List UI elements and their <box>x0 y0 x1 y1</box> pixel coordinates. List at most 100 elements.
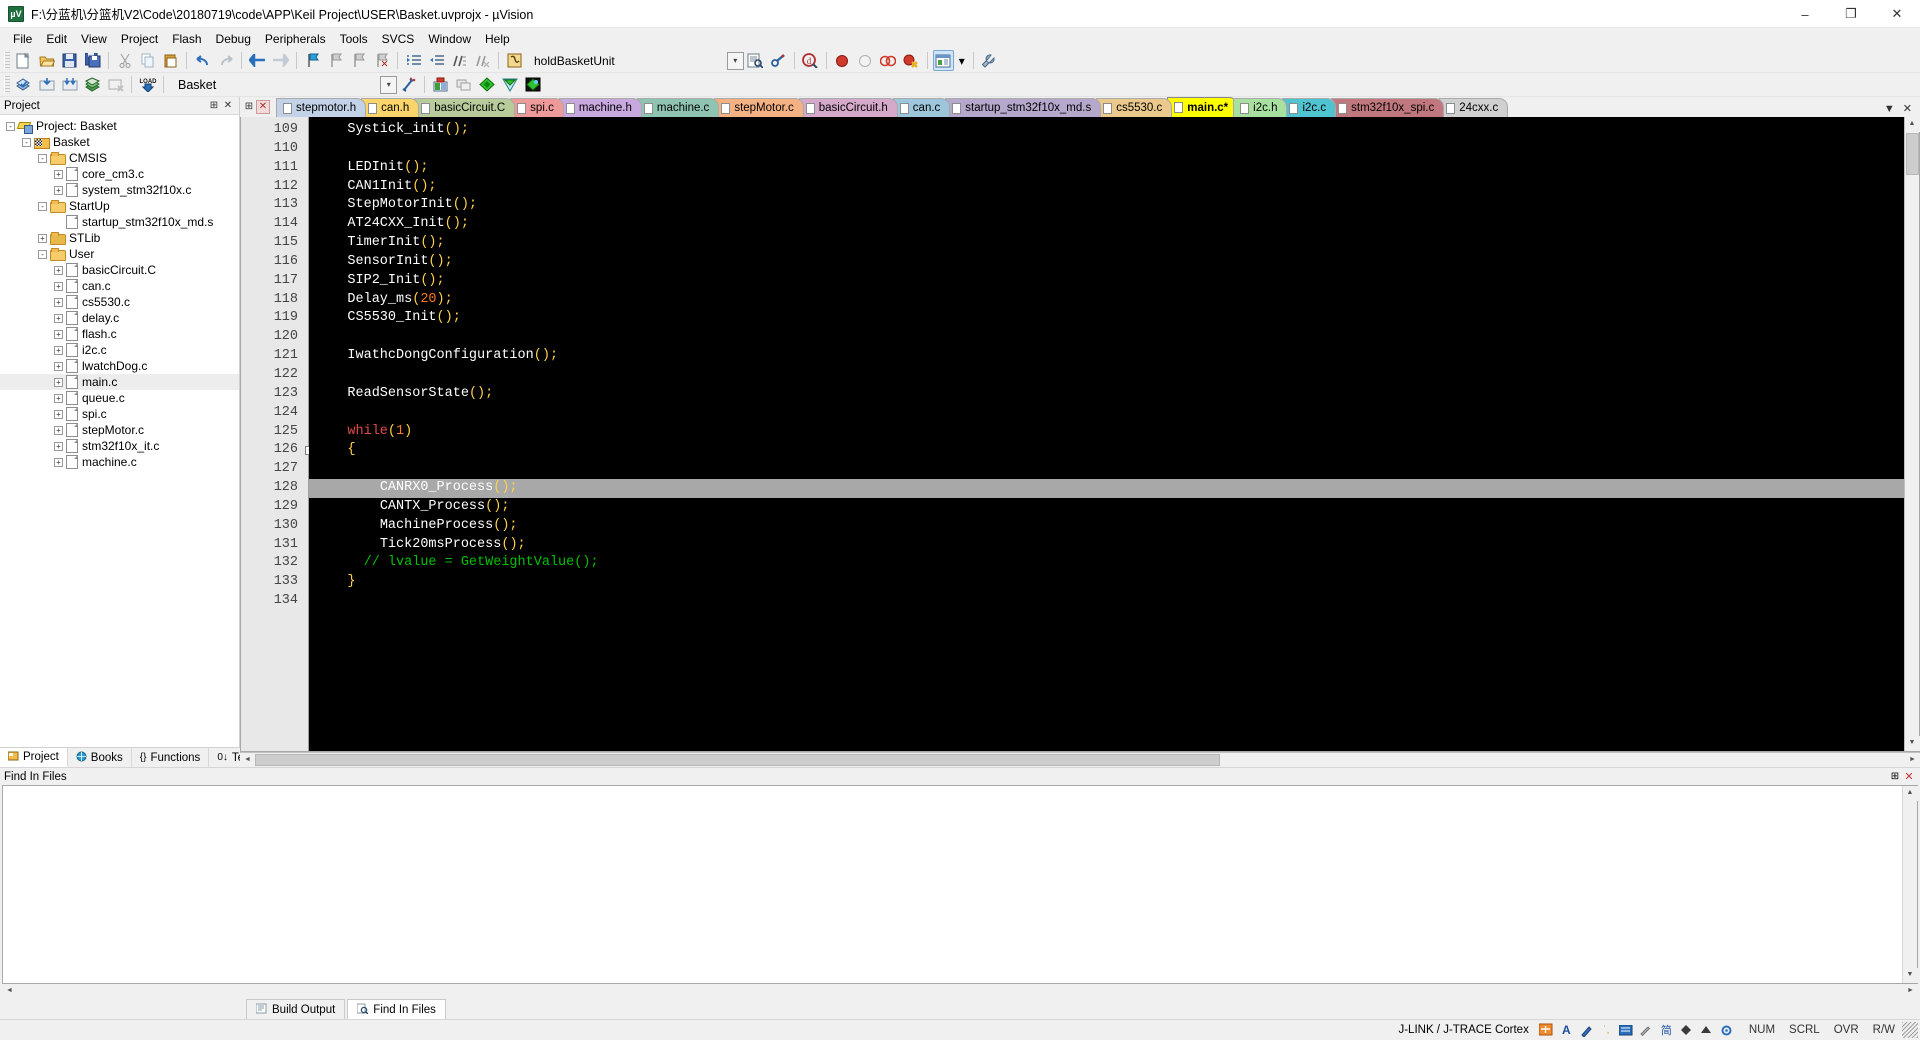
code-line[interactable]: CAN1Init(); <box>309 178 1904 197</box>
menu-tools[interactable]: Tools <box>333 30 375 48</box>
vertical-scroll-thumb[interactable] <box>1906 133 1919 175</box>
menu-file[interactable]: File <box>6 30 39 48</box>
breakpoint-disable-icon[interactable] <box>855 50 876 71</box>
code-line[interactable]: CS5530_Init(); <box>309 309 1904 328</box>
expand-icon[interactable]: + <box>54 409 63 419</box>
editor-tab[interactable]: startup_stm32f10x_md.s <box>945 98 1102 117</box>
editor-tab[interactable]: can.c <box>892 98 951 117</box>
stop-build-icon[interactable] <box>105 74 126 95</box>
tree-item[interactable]: - Project: Basket <box>0 118 239 134</box>
tree-item[interactable]: + lwatchDog.c <box>0 358 239 374</box>
code-line[interactable]: SIP2_Init(); <box>309 272 1904 291</box>
expand-icon[interactable]: + <box>54 297 63 307</box>
code-line[interactable]: } <box>309 573 1904 592</box>
breakpoint-clear-icon[interactable] <box>878 50 899 71</box>
code-line[interactable]: TimerInit(); <box>309 234 1904 253</box>
expand-icon[interactable]: + <box>54 425 63 435</box>
code-line[interactable] <box>309 140 1904 159</box>
pack-manage-icon[interactable] <box>522 74 543 95</box>
ime-settings-icon[interactable] <box>1719 1023 1734 1038</box>
code-line[interactable]: ReadSensorState(); <box>309 385 1904 404</box>
tree-item[interactable]: + spi.c <box>0 406 239 422</box>
comment-icon[interactable] <box>449 50 470 71</box>
redo-icon[interactable] <box>215 50 236 71</box>
menu-flash[interactable]: Flash <box>165 30 208 48</box>
tree-item[interactable]: + core_cm3.c <box>0 166 239 182</box>
code-line[interactable]: StepMotorInit(); <box>309 196 1904 215</box>
code-line[interactable]: MachineProcess(); <box>309 517 1904 536</box>
tree-item[interactable]: + STLib <box>0 230 239 246</box>
configure-icon[interactable] <box>768 50 789 71</box>
close-tab-icon[interactable]: ✕ <box>256 100 270 114</box>
code-line[interactable]: Tick20msProcess(); <box>309 536 1904 555</box>
horizontal-scroll-thumb[interactable] <box>255 754 1220 766</box>
rebuild-icon[interactable] <box>59 74 80 95</box>
editor-tab[interactable]: stm32f10x_spi.c <box>1331 98 1445 117</box>
menu-peripherals[interactable]: Peripherals <box>258 30 333 48</box>
tab-books[interactable]: Books <box>67 748 132 767</box>
pin-icon[interactable]: ⊞ <box>207 99 221 113</box>
editor-tab[interactable]: i2c.h <box>1233 98 1288 117</box>
menu-debug[interactable]: Debug <box>209 30 258 48</box>
tree-item[interactable]: + machine.c <box>0 454 239 470</box>
undo-icon[interactable] <box>192 50 213 71</box>
tree-item[interactable]: - CMSIS <box>0 150 239 166</box>
code-line[interactable]: IwathcDongConfiguration(); <box>309 347 1904 366</box>
find-in-files-results[interactable]: ▲ ▼ <box>2 785 1918 984</box>
find-pane-horizontal-scrollbar[interactable]: ◄ ► <box>2 984 1918 999</box>
function-browse-icon[interactable] <box>504 50 525 71</box>
editor-horizontal-scrollbar[interactable]: ◄ ► <box>240 752 1920 768</box>
find-pane-vertical-scrollbar[interactable]: ▲ ▼ <box>1902 786 1918 983</box>
code-line[interactable]: { <box>309 441 1904 460</box>
pack-installer-icon[interactable] <box>499 74 520 95</box>
editor-tab[interactable]: main.c* <box>1167 97 1239 117</box>
editor-tab[interactable]: spi.c <box>510 98 564 117</box>
close-icon[interactable]: ✕ <box>221 99 235 113</box>
tab-build-output[interactable]: Build Output <box>246 999 346 1019</box>
menu-window[interactable]: Window <box>421 30 478 48</box>
ime-icon[interactable] <box>1539 1023 1554 1038</box>
configure-target-icon[interactable] <box>979 50 1000 71</box>
expand-icon[interactable]: + <box>54 393 63 403</box>
scroll-down-arrow[interactable]: ▼ <box>1902 968 1918 983</box>
collapse-icon[interactable]: - <box>38 201 47 211</box>
component-icon[interactable] <box>476 74 497 95</box>
open-file-icon[interactable] <box>36 50 57 71</box>
editor-vertical-scrollbar[interactable]: ▲ ▼ <box>1904 117 1920 751</box>
new-file-icon[interactable] <box>13 50 34 71</box>
tree-item[interactable]: startup_stm32f10x_md.s <box>0 214 239 230</box>
horizontal-scroll-track[interactable] <box>255 753 1905 767</box>
paste-icon[interactable] <box>160 50 181 71</box>
code-line[interactable] <box>309 592 1904 611</box>
scroll-right-arrow[interactable]: ► <box>1903 984 1918 999</box>
expand-icon[interactable]: + <box>54 185 63 195</box>
tab-project[interactable]: Project <box>0 748 68 767</box>
save-all-icon[interactable] <box>82 50 103 71</box>
scroll-up-arrow[interactable]: ▲ <box>1902 786 1918 801</box>
code-text-area[interactable]: Systick_init(); LEDInit(); CAN1Init(); S… <box>309 117 1904 751</box>
save-icon[interactable] <box>59 50 80 71</box>
editor-tab[interactable]: cs5530.c <box>1096 98 1173 117</box>
tree-item[interactable]: + stepMotor.c <box>0 422 239 438</box>
start-debug-icon[interactable]: d <box>800 50 821 71</box>
code-editor[interactable]: 109 110 111 112 113 114 115 116 117 118 119 120 121 1… <box>240 117 1920 752</box>
menu-help[interactable]: Help <box>478 30 517 48</box>
editor-tab[interactable]: basicCircuit.C <box>414 98 516 117</box>
tree-item[interactable]: + main.c <box>0 374 239 390</box>
expand-icon[interactable]: + <box>54 345 63 355</box>
menu-project[interactable]: Project <box>114 30 165 48</box>
code-line[interactable]: LEDInit(); <box>309 159 1904 178</box>
maximize-button[interactable]: ❐ <box>1828 0 1874 28</box>
code-line[interactable]: Delay_ms(20); <box>309 291 1904 310</box>
target-name[interactable]: Basket <box>168 78 216 92</box>
code-line[interactable]: // lvalue = GetWeightValue(); <box>309 554 1904 573</box>
collapse-icon[interactable]: - <box>6 121 15 131</box>
forward-icon[interactable] <box>270 50 291 71</box>
download-icon[interactable]: LOAD <box>137 74 158 95</box>
function-combo-dropdown[interactable]: ▾ <box>726 51 744 70</box>
resize-grip-icon[interactable] <box>1902 1022 1918 1038</box>
code-line[interactable]: AT24CXX_Init(); <box>309 215 1904 234</box>
code-line[interactable]: Systick_init(); <box>309 121 1904 140</box>
bookmark-prev-icon[interactable] <box>325 50 346 71</box>
batch-build-icon[interactable] <box>82 74 103 95</box>
